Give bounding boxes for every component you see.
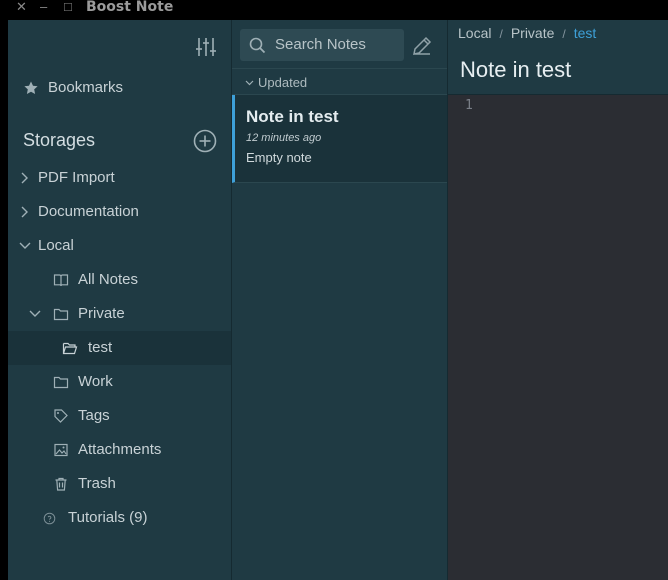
sidebar-item-private[interactable]: Private [8,297,231,331]
window-maximize-button[interactable]: □ [64,0,72,14]
sliders-icon[interactable] [194,36,218,58]
sidebar-item-label: Tutorials (9) [68,509,148,526]
sidebar-item-attachments[interactable]: Attachments [8,433,231,467]
chevron-right-icon [21,172,28,184]
sidebar-item-label: All Notes [78,271,139,288]
window-titlebar: ✕ – □ Boost Note [0,0,668,20]
window-close-button[interactable]: ✕ [16,0,27,14]
chevron-down-icon [19,242,31,249]
breadcrumb-item-private[interactable]: Private [511,25,555,41]
tag-icon [54,409,68,423]
breadcrumb-separator: / [562,27,566,41]
star-icon [24,81,38,94]
folder-icon [53,376,69,389]
chevron-down-icon [245,80,254,86]
note-list-panel: Search Notes Updated Note in test 12 min… [232,20,448,580]
search-icon [249,37,266,54]
book-icon [53,274,69,287]
sidebar-item-label: Local [38,237,74,254]
pencil-icon[interactable] [411,35,433,57]
sidebar-item-label: test [88,339,113,356]
window-title: Boost Note [86,0,174,15]
line-number: 1 [465,98,473,113]
trash-icon [55,477,67,491]
chevron-down-icon [29,310,41,317]
folder-open-icon [62,342,78,355]
note-date: 12 minutes ago [246,132,322,144]
sidebar: Bookmarks Storages PDF Import Documentat… [8,20,232,580]
sidebar-item-label: Private [78,305,125,322]
sidebar-item-bookmarks[interactable]: Bookmarks [8,71,231,105]
sort-selector[interactable]: Updated [232,68,447,95]
sidebar-item-test[interactable]: test [8,331,231,365]
breadcrumb-item-local[interactable]: Local [458,25,491,41]
editor-panel: Local / Private / test Note in test 1 [448,20,668,580]
sidebar-item-label: Work [78,373,113,390]
editor-gutter: 1 [448,95,496,580]
app: Bookmarks Storages PDF Import Documentat… [8,20,668,580]
editor-header: Local / Private / test Note in test [448,20,668,95]
sidebar-item-label: Bookmarks [48,79,124,96]
storages-title: Storages [23,130,96,150]
sidebar-item-all-notes[interactable]: All Notes [8,263,231,297]
search-placeholder: Search Notes [275,36,366,53]
sidebar-item-label: Documentation [38,203,139,220]
note-preview: Empty note [246,150,312,165]
breadcrumb-separator: / [499,27,503,41]
search-input[interactable]: Search Notes [240,29,404,61]
sidebar-item-local[interactable]: Local [8,229,231,263]
note-title-heading[interactable]: Note in test [460,57,571,83]
breadcrumb-item-test[interactable]: test [574,25,597,41]
sidebar-item-work[interactable]: Work [8,365,231,399]
folder-icon [53,308,69,321]
sidebar-item-tutorials[interactable]: Tutorials (9) [8,501,231,535]
sort-label: Updated [258,75,308,90]
sidebar-item-tags[interactable]: Tags [8,399,231,433]
sidebar-item-documentation[interactable]: Documentation [8,195,231,229]
sidebar-item-trash[interactable]: Trash [8,467,231,501]
image-icon [54,443,68,457]
sidebar-item-label: PDF Import [38,169,115,186]
add-storage-icon[interactable] [193,129,217,153]
help-circle-icon [43,512,56,525]
note-list-item[interactable]: Note in test 12 minutes ago Empty note [232,95,447,183]
sidebar-item-label: Trash [78,475,116,492]
sidebar-item-label: Tags [78,407,110,424]
sidebar-item-pdf-import[interactable]: PDF Import [8,161,231,195]
window-minimize-button[interactable]: – [40,0,47,14]
chevron-right-icon [21,206,28,218]
breadcrumb: Local / Private / test [458,25,596,41]
sidebar-item-label: Attachments [78,441,162,458]
note-title: Note in test [246,107,339,126]
